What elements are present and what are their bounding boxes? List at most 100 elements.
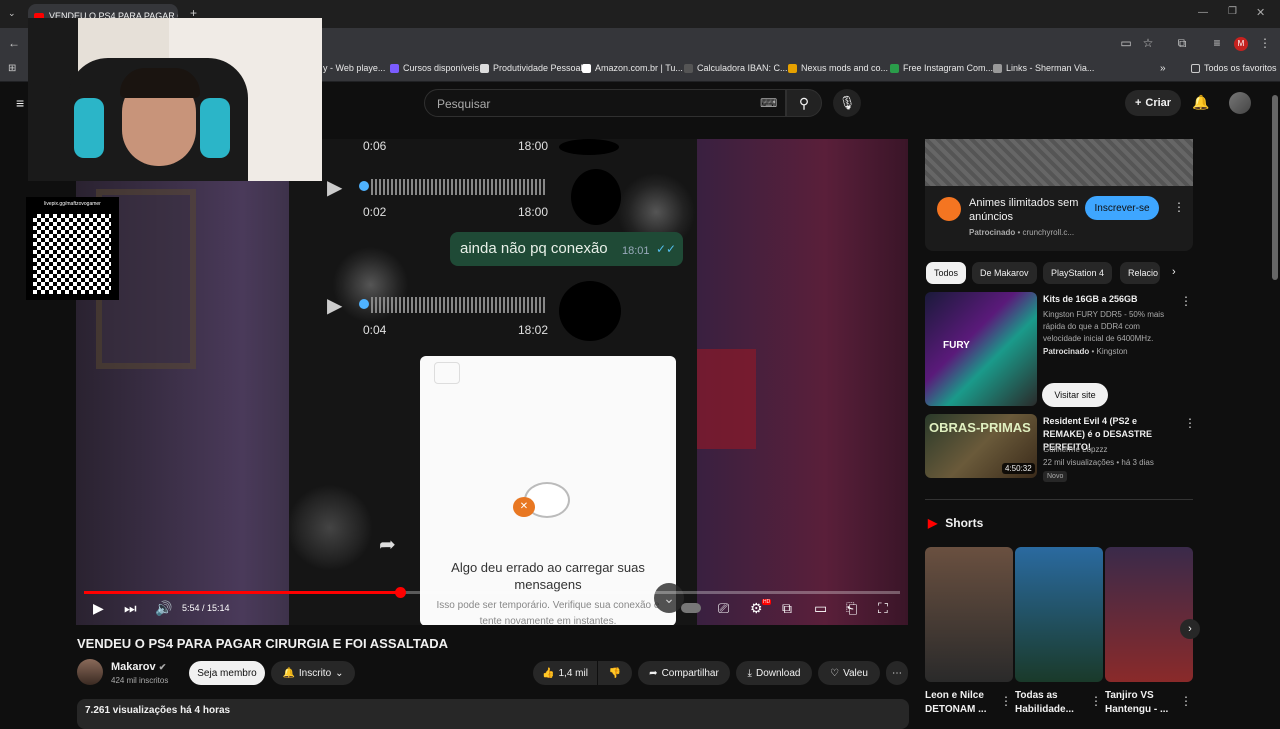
search-icon: ⚲ <box>798 95 810 111</box>
dislike-button[interactable]: 👎 <box>598 661 632 685</box>
promo-sponsor: Patrocinado • Kingston <box>1043 347 1128 356</box>
create-button[interactable]: + Criar <box>1125 90 1181 116</box>
extensions-icon[interactable]: ⧉ <box>1175 36 1189 50</box>
page-scrollbar[interactable] <box>1272 95 1278 280</box>
short-thumbnail-3[interactable] <box>1105 547 1193 682</box>
bookmark-favicon-icon <box>890 63 899 73</box>
short-menu-icon[interactable]: ⋮ <box>1180 694 1192 708</box>
subscribed-button[interactable]: 🔔 Inscrito ⌄ <box>271 661 355 685</box>
description-box[interactable]: 7.261 visualizações há 4 horas <box>77 699 909 729</box>
bookmark-favicon-icon <box>993 63 1002 73</box>
settings-gear-icon[interactable]: ⚙ <box>750 600 763 617</box>
play-audio-icon: ▶ <box>327 295 343 317</box>
progress-scrubber[interactable] <box>394 587 406 598</box>
chip-related[interactable]: Relacio <box>1120 262 1160 284</box>
bookmark-amazon[interactable]: Amazon.com.br | Tu... <box>582 63 683 73</box>
more-bookmarks-icon[interactable]: » <box>1160 63 1166 74</box>
bookmark-links[interactable]: Links - Sherman Via... <box>993 63 1094 73</box>
next-video-icon[interactable]: ⏭ <box>124 600 137 617</box>
short-menu-icon[interactable]: ⋮ <box>1090 694 1102 708</box>
rec-meta: 22 mil visualizações • há 3 dias <box>1043 458 1154 467</box>
nexus-favicon-icon <box>788 63 797 73</box>
channel-avatar[interactable] <box>77 659 103 685</box>
promo-thumb-text: FURY <box>943 340 970 351</box>
progress-bar[interactable] <box>84 591 900 594</box>
short-thumbnail-1[interactable] <box>925 547 1013 682</box>
close-window-icon[interactable]: ✕ <box>1256 6 1265 19</box>
all-bookmarks-button[interactable]: Todos os favoritos <box>1191 63 1277 73</box>
audio2-timestamp: 18:00 <box>518 205 549 219</box>
short-thumbnail-2[interactable] <box>1015 547 1103 682</box>
install-app-icon[interactable]: ▭ <box>1119 36 1133 50</box>
thanks-button[interactable]: ♡ Valeu <box>818 661 880 685</box>
short-title-2[interactable]: Todas as Habilidade... <box>1015 689 1085 717</box>
back-icon[interactable]: ← <box>8 36 20 50</box>
like-button[interactable]: 👍 1,4 mil <box>533 661 597 685</box>
volume-icon[interactable]: 🔊 <box>155 600 172 617</box>
miniplayer-icon[interactable]: ⧉ <box>782 600 792 617</box>
rec-channel[interactable]: Guilherme Lopzzz <box>1043 444 1107 456</box>
reading-list-icon[interactable]: ≡ <box>1210 36 1224 50</box>
chair-accent <box>74 98 104 158</box>
ad-sponsor: Patrocinado • crunchyroll.c... <box>969 228 1075 237</box>
promo-title[interactable]: Kits de 16GB a 256GB <box>1043 293 1173 306</box>
ad-banner[interactable] <box>925 139 1193 186</box>
hamburger-menu-icon[interactable]: ≡ <box>16 95 24 111</box>
minimize-icon[interactable]: — <box>1198 7 1208 18</box>
more-actions-icon[interactable]: ⋯ <box>886 661 908 685</box>
bookmark-cursos[interactable]: Cursos disponíveis <box>390 63 479 73</box>
cast-icon[interactable]: ⎗ <box>846 600 857 617</box>
join-button[interactable]: Seja membro <box>189 661 265 685</box>
rec-thumb-text: OBRAS-PRIMAS <box>929 420 1031 435</box>
shorts-next-icon[interactable]: › <box>1180 619 1200 639</box>
ad-subscribe-button[interactable]: Inscrever-se <box>1085 196 1159 220</box>
search-button[interactable]: ⚲ <box>786 89 822 117</box>
restore-icon[interactable]: ❐ <box>1228 6 1237 17</box>
audio1-timestamp: 18:00 <box>518 139 549 153</box>
chip-ps4[interactable]: PlayStation 4 <box>1043 262 1113 284</box>
chip-from-channel[interactable]: De Makarov <box>972 262 1037 284</box>
shorts-header: ▶ Shorts <box>928 516 984 530</box>
voice-search-button[interactable]: 🎙 <box>833 89 861 117</box>
short-title-3[interactable]: Tanjiro VS Hantengu - ... <box>1105 689 1175 717</box>
censored-avatar <box>571 169 621 225</box>
background-sign <box>696 349 756 449</box>
ad-menu-icon[interactable]: ⋮ <box>1173 200 1185 214</box>
chip-all[interactable]: Todos <box>926 262 967 284</box>
plus-icon: + <box>1134 97 1142 109</box>
search-input[interactable]: Pesquisar <box>424 89 786 117</box>
fullscreen-icon[interactable]: ⛶ <box>878 600 888 617</box>
rec-menu-icon[interactable]: ⋮ <box>1184 416 1196 430</box>
promo-menu-icon[interactable]: ⋮ <box>1180 294 1192 308</box>
profile-avatar[interactable]: M <box>1234 37 1248 51</box>
tab-search-icon[interactable]: ⌄ <box>8 8 16 19</box>
theater-mode-icon[interactable]: ▭ <box>814 600 827 617</box>
play-icon[interactable]: ▶ <box>93 600 104 617</box>
bookmark-nexus[interactable]: Nexus mods and co... <box>788 63 888 73</box>
short-title-1[interactable]: Leon e Nilce DETONAM ... <box>925 689 995 717</box>
download-button[interactable]: ⤓ Download <box>736 661 812 685</box>
chips-next-icon[interactable]: › <box>1172 266 1176 278</box>
bookmark-iban[interactable]: Calculadora IBAN: C... <box>684 63 788 73</box>
short-menu-icon[interactable]: ⋮ <box>1000 694 1012 708</box>
channel-name[interactable]: Makarov ✔ <box>111 661 166 673</box>
visit-site-button[interactable]: Visitar site <box>1042 383 1108 407</box>
download-icon: ⤓ <box>747 667 752 679</box>
account-avatar[interactable] <box>1229 92 1251 114</box>
share-button[interactable]: ➦ Compartilhar <box>638 661 730 685</box>
bookmark-produtividade[interactable]: Produtividade Pessoal <box>480 63 583 73</box>
promo-thumbnail[interactable]: FURY <box>925 292 1037 406</box>
apps-icon[interactable]: ⊞ <box>8 63 16 74</box>
bookmark-star-icon[interactable]: ☆ <box>1141 36 1155 50</box>
verified-icon: ✔ <box>158 662 167 672</box>
browser-menu-icon[interactable]: ⋮ <box>1258 36 1272 50</box>
bookmark-instagram[interactable]: Free Instagram Com... <box>890 63 993 73</box>
subtitles-icon[interactable]: ⎚ <box>718 600 729 617</box>
notifications-bell-icon[interactable]: 🔔 <box>1192 94 1209 111</box>
video-duration: 4:50:32 <box>1002 463 1035 474</box>
autoplay-toggle[interactable] <box>681 603 701 613</box>
keyboard-icon[interactable]: ⌨ <box>760 96 777 110</box>
ad-panel[interactable]: Animes ilimitados sem anúncios Patrocina… <box>925 186 1193 251</box>
bookmark-web-player[interactable]: y - Web playe... <box>323 63 385 73</box>
ad-title: Animes ilimitados sem anúncios <box>969 197 1079 223</box>
